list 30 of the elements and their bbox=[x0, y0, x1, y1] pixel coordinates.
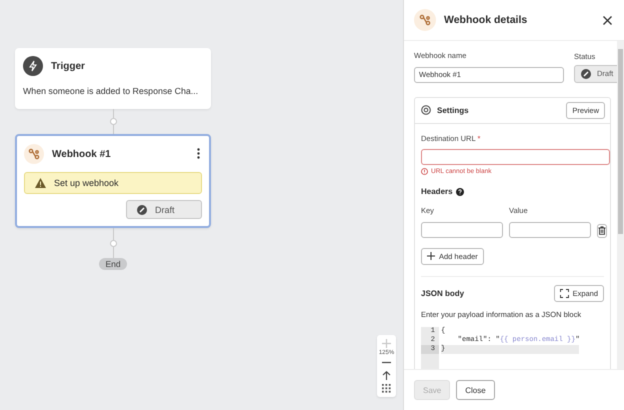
card-title: Webhook #1 bbox=[52, 148, 111, 160]
trigger-description: When someone is added to Response Cha... bbox=[23, 85, 200, 97]
help-icon bbox=[456, 188, 464, 196]
warning-icon bbox=[35, 178, 46, 188]
expand-icon bbox=[560, 288, 569, 298]
section-title: Headers bbox=[421, 187, 453, 196]
scrollbar-thumb[interactable] bbox=[618, 49, 623, 234]
error-icon bbox=[421, 168, 428, 175]
trigger-card[interactable]: Trigger When someone is added to Response Cha... bbox=[15, 48, 211, 109]
header-value-field[interactable] bbox=[509, 222, 591, 238]
plus-icon bbox=[427, 252, 435, 260]
lightning-icon bbox=[23, 56, 43, 76]
webhook-icon bbox=[414, 9, 436, 31]
settings-icon bbox=[421, 105, 431, 115]
section-title: JSON body bbox=[421, 288, 464, 298]
draft-icon bbox=[137, 204, 147, 214]
webhook-icon bbox=[24, 144, 44, 164]
trash-icon[interactable] bbox=[597, 224, 607, 238]
close-button[interactable]: Close bbox=[456, 380, 495, 400]
more-options-icon[interactable] bbox=[195, 146, 202, 162]
status-button[interactable]: Draft bbox=[126, 200, 202, 219]
destination-url-field[interactable] bbox=[421, 149, 610, 165]
end-node: End bbox=[99, 258, 127, 270]
draft-icon bbox=[581, 68, 591, 78]
panel-title: Webhook details bbox=[444, 14, 528, 26]
webhook-step-card[interactable]: Webhook #1 Set up webhook Draft bbox=[15, 134, 211, 228]
section-title: Settings bbox=[437, 106, 469, 114]
warning-text: Set up webhook bbox=[54, 178, 119, 188]
header-key-field[interactable] bbox=[421, 222, 503, 238]
card-title: Trigger bbox=[51, 60, 85, 72]
